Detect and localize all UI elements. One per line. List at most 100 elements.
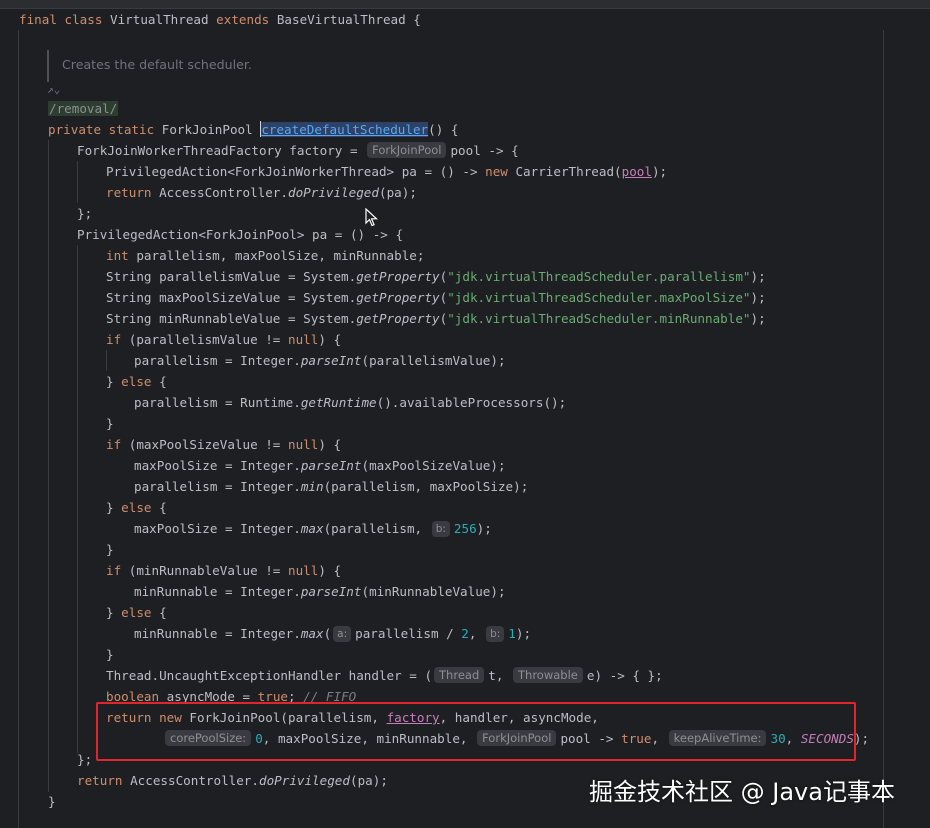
code-text: }	[106, 542, 114, 557]
code-text: pool -> {	[450, 143, 519, 158]
code-line[interactable]: parallelism = Runtime.getRuntime().avail…	[134, 392, 566, 413]
code-line[interactable]: String parallelismValue = System.getProp…	[106, 266, 766, 287]
code-line[interactable]: Thread.UncaughtExceptionHandler handler …	[106, 665, 663, 686]
code-line[interactable]: String maxPoolSizeValue = System.getProp…	[106, 287, 766, 308]
method-name-highlighted[interactable]: createDefaultScheduler	[261, 122, 429, 137]
code-text: parallelism = Integer.	[134, 479, 301, 494]
code-text: );	[476, 521, 492, 536]
code-text: (	[323, 626, 332, 641]
code-text: minRunnable = Integer.	[134, 584, 301, 599]
code-text: };	[77, 206, 93, 221]
highlight-annotation-box	[96, 702, 856, 761]
static-method: doPrivileged	[258, 773, 350, 788]
doc-toggle-icon[interactable]: ↗⌄	[47, 83, 60, 96]
inlay-hint-type: ForkJoinPool	[367, 142, 447, 158]
code-text: CarrierThread(	[515, 164, 622, 179]
code-text: }	[106, 500, 122, 515]
method-rest: () {	[428, 122, 459, 137]
code-line[interactable]: return AccessController.doPrivileged(pa)…	[77, 770, 388, 791]
code-text: parallelism, maxPoolSize, minRunnable;	[136, 248, 425, 263]
keyword: if	[106, 563, 129, 578]
doc-comment-text: Creates the default scheduler.	[62, 57, 252, 72]
code-line-class-declaration[interactable]: final class VirtualThread extends BaseVi…	[19, 9, 421, 30]
code-line[interactable]: return AccessController.doPrivileged(pa)…	[106, 182, 417, 203]
code-line[interactable]: int parallelism, maxPoolSize, minRunnabl…	[106, 245, 424, 266]
code-text: (parallelism, maxPoolSize);	[323, 479, 529, 494]
number-literal: 2	[461, 626, 469, 641]
code-text: }	[106, 647, 114, 662]
static-method: parseInt	[300, 353, 362, 368]
indent-guide	[48, 140, 49, 792]
code-line[interactable]: } else {	[106, 371, 167, 392]
code-line[interactable]: ForkJoinWorkerThreadFactory factory = Fo…	[77, 140, 519, 161]
keyword: return	[106, 185, 160, 200]
code-text: String maxPoolSizeValue = System.	[106, 290, 357, 305]
keyword: if	[106, 332, 129, 347]
code-line[interactable]: }	[106, 644, 114, 665]
keyword: extends	[216, 12, 277, 27]
static-method: parseInt	[300, 458, 362, 473]
code-text: e) -> { };	[586, 668, 663, 683]
code-text: );	[651, 164, 668, 179]
code-text: (minRunnableValue !=	[128, 563, 288, 578]
code-text: parallelism = Runtime.	[134, 395, 301, 410]
indent-guide	[106, 350, 107, 371]
code-text: (parallelism,	[323, 521, 430, 536]
keyword: null	[287, 332, 319, 347]
static-method: max	[300, 521, 324, 536]
code-text: }	[106, 374, 122, 389]
code-line[interactable]: } else {	[106, 497, 167, 518]
code-line[interactable]: parallelism = Integer.parseInt(paralleli…	[134, 350, 506, 371]
code-text: String parallelismValue = System.	[106, 269, 357, 284]
code-line[interactable]: maxPoolSize = Integer.parseInt(maxPoolSi…	[134, 455, 506, 476]
code-text: AccessController.	[130, 773, 259, 788]
code-line-removal-tag[interactable]: /removal/	[48, 98, 119, 119]
inlay-hint-param: b:	[431, 521, 450, 537]
code-line[interactable]: PrivilegedAction<ForkJoinPool> pa = () -…	[77, 224, 403, 245]
inlay-hint-type: Thread	[434, 667, 485, 683]
string-literal: "jdk.virtualThreadScheduler.maxPoolSize"	[447, 290, 751, 305]
code-line[interactable]: minRunnable = Integer.max(a: parallelism …	[134, 623, 531, 644]
keyword: null	[287, 437, 319, 452]
code-line[interactable]: }	[106, 413, 114, 434]
code-line[interactable]: String minRunnableValue = System.getProp…	[106, 308, 766, 329]
indent-guide	[77, 245, 78, 753]
keyword: if	[106, 437, 129, 452]
code-line-method-signature[interactable]: private static ForkJoinPool createDefaul…	[48, 119, 458, 140]
static-method: getProperty	[356, 269, 440, 284]
code-line[interactable]: if (parallelismValue != null) {	[106, 329, 341, 350]
code-line[interactable]: };	[77, 749, 92, 770]
static-method: min	[300, 479, 324, 494]
code-line[interactable]: minRunnable = Integer.parseInt(minRunnab…	[134, 581, 506, 602]
code-line[interactable]: PrivilegedAction<ForkJoinWorkerThread> p…	[106, 161, 667, 182]
string-literal: "jdk.virtualThreadScheduler.parallelism"	[447, 269, 751, 284]
code-text: );	[853, 731, 870, 746]
keyword: final class	[19, 12, 110, 27]
code-line[interactable]: };	[77, 203, 92, 224]
code-text: maxPoolSize = Integer.	[134, 458, 301, 473]
code-text: parallelism = Integer.	[134, 353, 301, 368]
editor-top-bar	[0, 0, 930, 9]
code-text: (parallelismValue);	[361, 353, 506, 368]
code-text: ().availableProcessors();	[376, 395, 567, 410]
code-text: minRunnable = Integer.	[134, 626, 301, 641]
code-text: PrivilegedAction<ForkJoinWorkerThread> p…	[106, 164, 486, 179]
code-line[interactable]: if (maxPoolSizeValue != null) {	[106, 434, 341, 455]
mouse-pointer-icon	[365, 207, 379, 231]
code-text: (pa);	[349, 773, 388, 788]
indent-guide	[77, 161, 78, 203]
inlay-hint-type: Throwable	[513, 667, 583, 683]
static-method: max	[300, 626, 324, 641]
code-line[interactable]: maxPoolSize = Integer.max(parallelism, b…	[134, 518, 492, 539]
code-line[interactable]: if (minRunnableValue != null) {	[106, 560, 341, 581]
code-text: t,	[488, 668, 511, 683]
code-text: String minRunnableValue = System.	[106, 311, 357, 326]
static-method: getProperty	[356, 290, 440, 305]
code-line[interactable]: } else {	[106, 602, 167, 623]
code-line[interactable]: }	[48, 791, 56, 812]
keyword: private static	[48, 122, 162, 137]
code-text: }	[48, 794, 56, 809]
code-line[interactable]: parallelism = Integer.min(parallelism, m…	[134, 476, 528, 497]
code-line[interactable]: }	[106, 539, 114, 560]
number-literal: 256	[453, 521, 477, 536]
